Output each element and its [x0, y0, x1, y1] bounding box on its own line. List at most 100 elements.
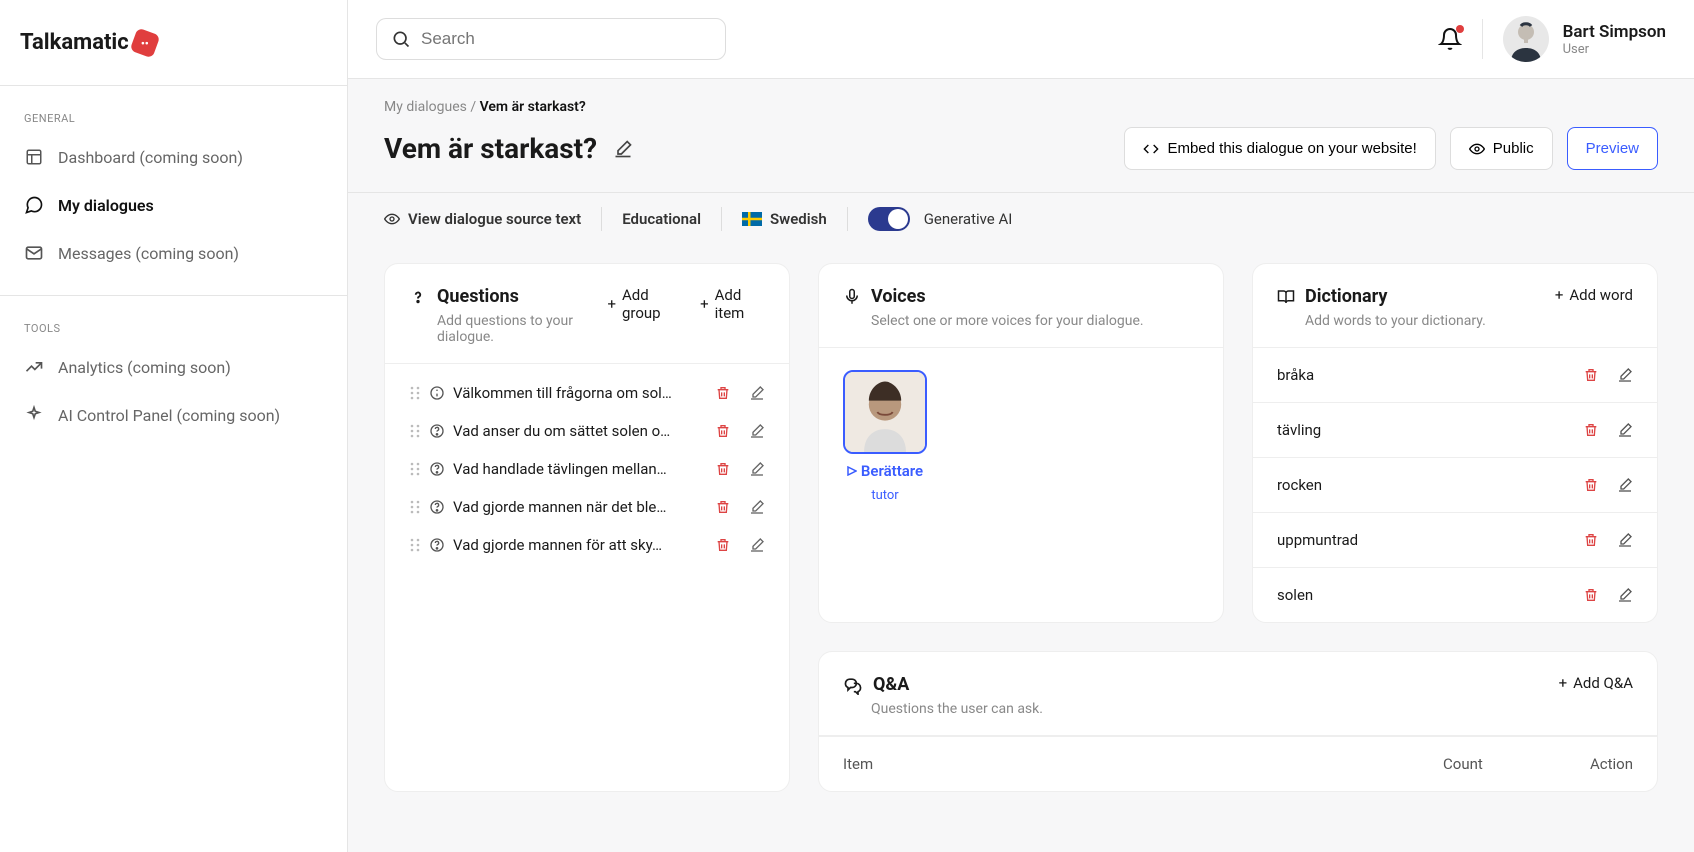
- dictionary-panel: Dictionary Add words to your dictionary.…: [1252, 263, 1658, 623]
- notifications-button[interactable]: [1438, 27, 1462, 51]
- dictionary-word: tävling: [1277, 421, 1321, 439]
- generative-ai-toggle[interactable]: Generative AI: [868, 207, 1033, 231]
- drag-handle-icon[interactable]: [409, 537, 421, 553]
- nav-section-label-tools: TOOLS: [14, 314, 333, 343]
- question-type-icon: [429, 461, 445, 477]
- view-source-button[interactable]: View dialogue source text: [384, 210, 601, 228]
- drag-handle-icon[interactable]: [409, 385, 421, 401]
- sidebar-item-my-dialogues[interactable]: My dialogues: [14, 181, 333, 229]
- edit-title-button[interactable]: [613, 139, 633, 159]
- qa-panel: Q&A Questions the user can ask. + Add Q&…: [818, 651, 1658, 792]
- topbar: Bart Simpson User: [348, 0, 1694, 79]
- public-button[interactable]: Public: [1450, 127, 1553, 170]
- panel-subtitle: Add words to your dictionary.: [1305, 313, 1486, 329]
- edit-button[interactable]: [1617, 422, 1633, 438]
- questions-panel: Questions Add questions to your dialogue…: [384, 263, 790, 792]
- user-menu[interactable]: Bart Simpson User: [1503, 16, 1666, 62]
- plus-icon: +: [1559, 674, 1568, 692]
- voice-avatar: [843, 370, 927, 454]
- question-row[interactable]: Vad handlade tävlingen mellan…: [393, 450, 781, 488]
- voice-card[interactable]: Berättare tutor: [841, 370, 929, 503]
- qa-table-header: Item Count Action: [819, 736, 1657, 791]
- sidebar: Talkamatic •• GENERAL Dashboard (coming …: [0, 0, 348, 852]
- edit-button[interactable]: [1617, 367, 1633, 383]
- sidebar-item-label: My dialogues: [58, 196, 154, 215]
- delete-button[interactable]: [1583, 367, 1599, 383]
- dictionary-row[interactable]: bråka: [1253, 348, 1657, 403]
- embed-button[interactable]: Embed this dialogue on your website!: [1124, 127, 1435, 170]
- toggle-switch[interactable]: [868, 207, 910, 231]
- edit-button[interactable]: [749, 537, 765, 553]
- dictionary-word: solen: [1277, 586, 1313, 604]
- user-name: Bart Simpson: [1563, 22, 1666, 42]
- delete-button[interactable]: [1583, 422, 1599, 438]
- drag-handle-icon[interactable]: [409, 423, 421, 439]
- plus-icon: +: [607, 295, 616, 313]
- question-row[interactable]: Välkommen till frågorna om sol…: [393, 374, 781, 412]
- sidebar-item-analytics[interactable]: Analytics (coming soon): [14, 343, 333, 391]
- sidebar-item-messages[interactable]: Messages (coming soon): [14, 229, 333, 277]
- panel-subtitle: Questions the user can ask.: [871, 701, 1043, 717]
- sidebar-item-label: Analytics (coming soon): [58, 358, 231, 377]
- question-row[interactable]: Vad gjorde mannen när det ble…: [393, 488, 781, 526]
- code-icon: [1143, 141, 1159, 157]
- delete-button[interactable]: [715, 423, 731, 439]
- edit-button[interactable]: [749, 385, 765, 401]
- sidebar-item-label: Messages (coming soon): [58, 244, 239, 263]
- drag-handle-icon[interactable]: [409, 461, 421, 477]
- panel-subtitle: Add questions to your dialogue.: [437, 313, 607, 345]
- nav-section-label-general: GENERAL: [14, 104, 333, 133]
- qa-col-item: Item: [843, 755, 1443, 773]
- delete-button[interactable]: [1583, 587, 1599, 603]
- dictionary-row[interactable]: uppmuntrad: [1253, 513, 1657, 568]
- search-input[interactable]: [421, 29, 711, 49]
- delete-button[interactable]: [715, 385, 731, 401]
- add-group-button[interactable]: + Add group: [607, 286, 680, 322]
- eye-icon: [384, 211, 400, 227]
- edit-button[interactable]: [1617, 587, 1633, 603]
- edit-button[interactable]: [749, 499, 765, 515]
- drag-handle-icon[interactable]: [409, 499, 421, 515]
- question-type-icon: [429, 385, 445, 401]
- plus-icon: +: [1555, 286, 1564, 304]
- dictionary-word: uppmuntrad: [1277, 531, 1358, 549]
- delete-button[interactable]: [1583, 477, 1599, 493]
- add-word-button[interactable]: + Add word: [1555, 286, 1633, 304]
- edit-button[interactable]: [1617, 477, 1633, 493]
- edit-button[interactable]: [749, 461, 765, 477]
- question-mark-icon: [409, 288, 427, 306]
- panel-title: Voices: [871, 286, 926, 307]
- brand-name: Talkamatic: [20, 30, 129, 55]
- dictionary-row[interactable]: solen: [1253, 568, 1657, 622]
- sidebar-item-ai-control[interactable]: AI Control Panel (coming soon): [14, 391, 333, 439]
- sidebar-item-label: AI Control Panel (coming soon): [58, 406, 280, 425]
- qa-col-action: Action: [1553, 755, 1633, 773]
- voice-name: Berättare: [861, 462, 923, 480]
- delete-button[interactable]: [715, 499, 731, 515]
- sidebar-item-dashboard[interactable]: Dashboard (coming soon): [14, 133, 333, 181]
- delete-button[interactable]: [1583, 532, 1599, 548]
- language-tag: Swedish: [742, 210, 847, 228]
- meta-row: View dialogue source text Educational Sw…: [348, 192, 1694, 245]
- dictionary-row[interactable]: rocken: [1253, 458, 1657, 513]
- microphone-icon: [843, 288, 861, 306]
- delete-button[interactable]: [715, 537, 731, 553]
- panel-title: Q&A: [873, 674, 909, 695]
- mail-icon: [24, 243, 44, 263]
- preview-button[interactable]: Preview: [1567, 127, 1658, 170]
- question-row[interactable]: Vad anser du om sättet solen o…: [393, 412, 781, 450]
- delete-button[interactable]: [715, 461, 731, 477]
- panel-title: Dictionary: [1305, 286, 1387, 307]
- book-icon: [1277, 288, 1295, 306]
- search-input-wrap[interactable]: [376, 18, 726, 60]
- question-row[interactable]: Vad gjorde mannen för att sky…: [393, 526, 781, 564]
- breadcrumb: My dialogues / Vem är starkast?: [384, 99, 1658, 115]
- edit-button[interactable]: [749, 423, 765, 439]
- add-qa-button[interactable]: + Add Q&A: [1559, 674, 1633, 692]
- add-item-button[interactable]: + Add item: [700, 286, 765, 322]
- dictionary-row[interactable]: tävling: [1253, 403, 1657, 458]
- edit-button[interactable]: [1617, 532, 1633, 548]
- breadcrumb-root[interactable]: My dialogues: [384, 99, 467, 115]
- chat-icon: [24, 195, 44, 215]
- question-type-icon: [429, 499, 445, 515]
